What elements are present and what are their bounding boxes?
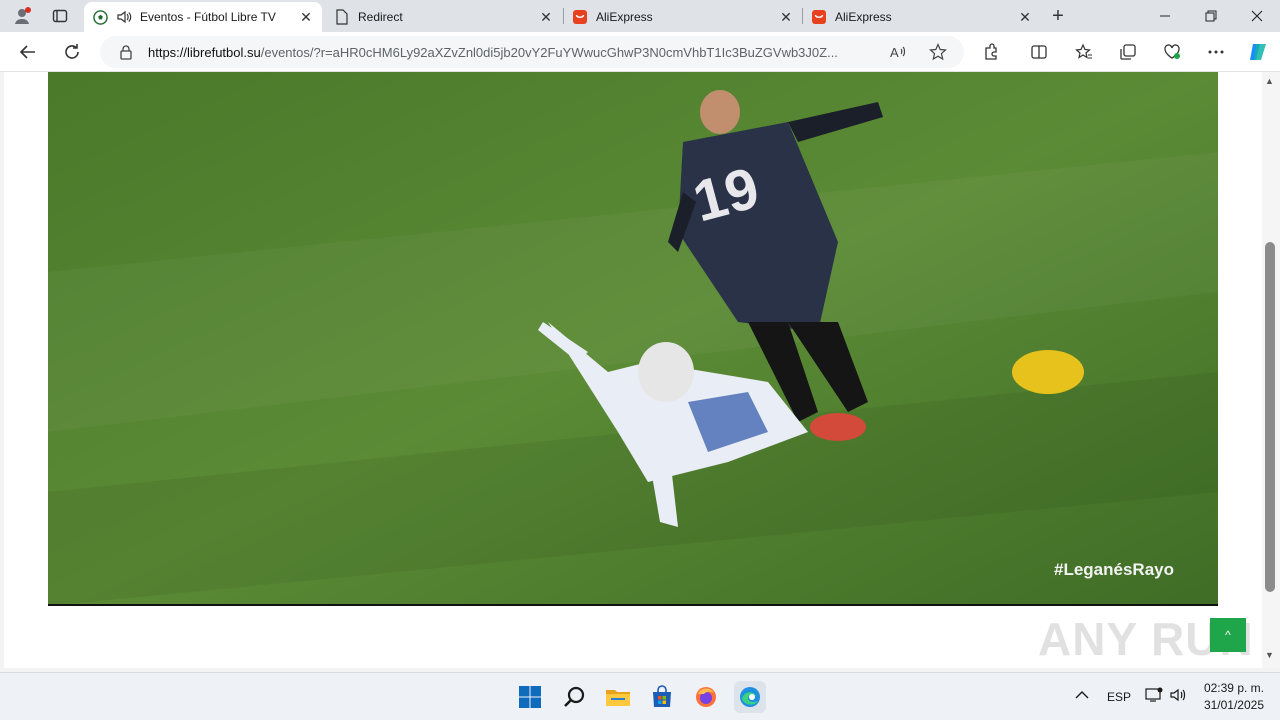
ball — [1012, 350, 1084, 394]
copilot-icon[interactable] — [1242, 36, 1274, 68]
tab-aliexpress-1[interactable]: AliExpress ✕ — [564, 2, 802, 32]
tab-title: AliExpress — [596, 10, 653, 24]
svg-text:A: A — [890, 45, 899, 60]
restore-button[interactable] — [1188, 0, 1234, 32]
edge-icon[interactable] — [734, 681, 766, 713]
browser-toolbar: https://librefutbol.su/eventos/?r=aHR0cH… — [0, 32, 1280, 72]
scroll-thumb[interactable] — [1265, 242, 1275, 592]
collections-icon[interactable] — [1112, 36, 1144, 68]
network-icon[interactable] — [1145, 687, 1163, 706]
clock[interactable]: 02:39 p. m. 31/01/2025 — [1202, 681, 1264, 712]
clock-date: 31/01/2025 — [1203, 698, 1264, 712]
speaker-icon[interactable] — [116, 9, 132, 25]
vertical-scrollbar[interactable]: ▲ ▼ — [1262, 72, 1280, 668]
tab-title: Eventos - Fútbol Libre TV — [140, 10, 276, 24]
clock-time: 02:39 p. m. — [1203, 681, 1264, 695]
lock-icon[interactable] — [110, 44, 142, 60]
microsoft-store-icon[interactable] — [646, 681, 678, 713]
soccer-ball-icon — [92, 9, 108, 25]
scroll-up-icon[interactable]: ▲ — [1265, 76, 1274, 86]
search-icon[interactable] — [558, 681, 590, 713]
split-screen-icon[interactable] — [1023, 36, 1055, 68]
page-content: 19 #LeganésRayo — [4, 72, 1262, 668]
close-tab-icon[interactable]: ✕ — [1017, 9, 1033, 25]
video-player[interactable]: 19 #LeganésRayo — [48, 72, 1218, 606]
tab-title: Redirect — [358, 10, 403, 24]
hashtag-overlay: #LeganésRayo — [1054, 560, 1174, 579]
url-text: https://librefutbol.su/eventos/?r=aHR0cH… — [148, 45, 878, 60]
scroll-down-icon[interactable]: ▼ — [1265, 650, 1274, 660]
close-window-button[interactable] — [1234, 0, 1280, 32]
back-to-top-button[interactable]: ^ — [1210, 618, 1246, 652]
close-tab-icon[interactable]: ✕ — [778, 9, 794, 25]
volume-icon[interactable] — [1170, 687, 1188, 706]
close-tab-icon[interactable]: ✕ — [538, 9, 554, 25]
tab-eventos[interactable]: Eventos - Fútbol Libre TV ✕ — [84, 2, 322, 32]
firefox-icon[interactable] — [690, 681, 722, 713]
back-button[interactable] — [12, 36, 44, 68]
tab-strip: Eventos - Fútbol Libre TV ✕ Redirect ✕ A… — [0, 0, 1280, 32]
favorite-star-icon[interactable] — [922, 36, 954, 68]
browser-essentials-icon[interactable] — [1156, 36, 1188, 68]
windows-taskbar: ESP 02:39 p. m. 31/01/2025 — [0, 672, 1280, 720]
profile-icon[interactable] — [8, 4, 36, 28]
extensions-icon[interactable] — [975, 36, 1007, 68]
refresh-button[interactable] — [56, 36, 88, 68]
file-explorer-icon[interactable] — [602, 681, 634, 713]
url-path: /eventos/?r=aHR0cHM6Ly92aXZvZnl0di5jb20v… — [260, 44, 838, 60]
tab-title: AliExpress — [835, 10, 892, 24]
tab-actions-icon[interactable] — [46, 4, 74, 28]
tab-aliexpress-2[interactable]: AliExpress ✕ — [803, 2, 1041, 32]
aliexpress-icon — [811, 9, 827, 25]
video-frame: 19 — [48, 72, 1218, 604]
more-menu-icon[interactable] — [1200, 36, 1232, 68]
show-hidden-icons-icon[interactable] — [1074, 687, 1090, 706]
read-aloud-icon[interactable]: A — [882, 36, 914, 68]
aliexpress-icon — [572, 9, 588, 25]
minimize-button[interactable] — [1142, 0, 1188, 32]
new-tab-button[interactable]: + — [1044, 4, 1072, 28]
address-bar[interactable]: https://librefutbol.su/eventos/?r=aHR0cH… — [100, 36, 964, 68]
language-indicator[interactable]: ESP — [1107, 690, 1131, 704]
url-domain: https://librefutbol.su — [148, 44, 261, 60]
windows-start-icon[interactable] — [514, 681, 546, 713]
tab-redirect[interactable]: Redirect ✕ — [326, 2, 562, 32]
favorites-icon[interactable] — [1068, 36, 1100, 68]
page-icon — [334, 9, 350, 25]
close-tab-icon[interactable]: ✕ — [298, 9, 314, 25]
